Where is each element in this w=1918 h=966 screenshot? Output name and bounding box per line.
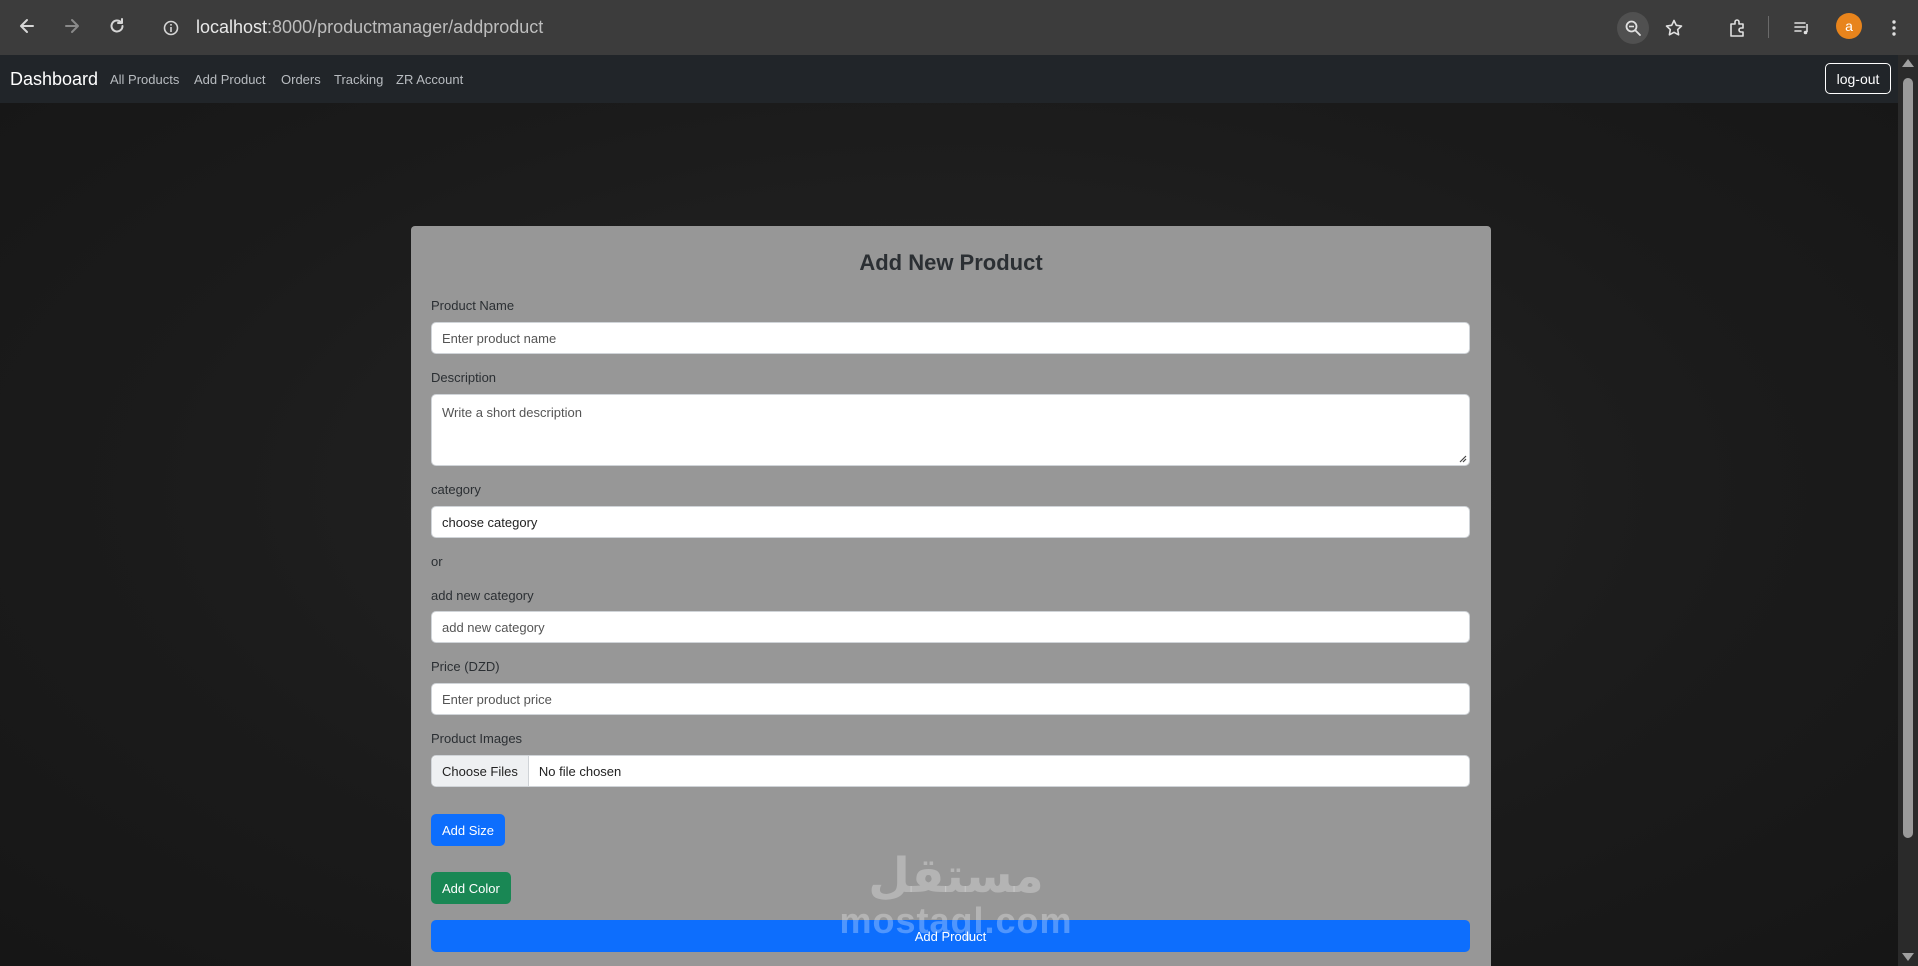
scroll-thumb[interactable] bbox=[1903, 78, 1913, 838]
media-queue-icon[interactable] bbox=[1786, 12, 1818, 44]
forward-arrow-icon[interactable] bbox=[58, 12, 86, 40]
toolbar-divider bbox=[1768, 16, 1769, 38]
bookmark-star-icon[interactable] bbox=[1658, 12, 1690, 44]
category-selected-value: choose category bbox=[442, 514, 538, 530]
price-input[interactable]: Enter product price bbox=[431, 683, 1470, 715]
add-size-button[interactable]: Add Size bbox=[431, 814, 506, 846]
url-path: :8000/productmanager/addproduct bbox=[267, 17, 544, 37]
scroll-down-icon[interactable] bbox=[1902, 953, 1914, 961]
nav-link-all-products[interactable]: All Products bbox=[110, 71, 179, 89]
reload-icon[interactable] bbox=[103, 12, 131, 40]
product-name-input[interactable]: Enter product name bbox=[431, 322, 1470, 354]
url-host: localhost bbox=[196, 17, 268, 37]
category-label: category bbox=[431, 482, 481, 497]
category-select[interactable]: choose category bbox=[431, 506, 1470, 538]
zoom-icon[interactable] bbox=[1617, 12, 1649, 44]
page-scrollbar[interactable] bbox=[1898, 55, 1918, 966]
nav-link-zr-account[interactable]: ZR Account bbox=[396, 71, 463, 89]
app-navbar: Dashboard All Products Add Product Order… bbox=[0, 55, 1898, 103]
add-product-form: Add New Product Product Name Enter produ… bbox=[411, 226, 1491, 966]
product-images-input[interactable]: Choose Files No file chosen bbox=[431, 755, 1470, 787]
price-label: Price (DZD) bbox=[431, 659, 500, 674]
add-color-button[interactable]: Add Color bbox=[431, 872, 511, 904]
menu-kebab-icon[interactable] bbox=[1878, 12, 1910, 44]
address-bar[interactable]: localhost:8000/productmanager/addproduct bbox=[196, 14, 543, 40]
avatar-letter: a bbox=[1845, 18, 1853, 34]
logout-button[interactable]: log-out bbox=[1825, 63, 1891, 94]
scroll-up-icon[interactable] bbox=[1902, 59, 1914, 67]
site-info-icon[interactable] bbox=[158, 15, 184, 41]
choose-files-button[interactable]: Choose Files bbox=[432, 756, 529, 786]
new-category-input[interactable]: add new category bbox=[431, 611, 1470, 643]
description-textarea[interactable]: Write a short description bbox=[431, 394, 1470, 466]
profile-avatar[interactable]: a bbox=[1836, 13, 1862, 39]
browser-toolbar: localhost:8000/productmanager/addproduct… bbox=[0, 0, 1918, 55]
back-arrow-icon[interactable] bbox=[13, 12, 41, 40]
product-images-label: Product Images bbox=[431, 731, 523, 746]
form-title: Add New Product bbox=[859, 250, 1043, 275]
file-status-text: No file chosen bbox=[538, 763, 622, 779]
nav-link-tracking[interactable]: Tracking bbox=[334, 71, 383, 89]
or-text: or bbox=[431, 554, 443, 569]
new-category-label: add new category bbox=[431, 588, 534, 603]
navbar-brand[interactable]: Dashboard bbox=[10, 67, 98, 91]
extensions-icon[interactable] bbox=[1721, 12, 1753, 44]
description-label: Description bbox=[431, 370, 497, 385]
resize-grip-icon[interactable] bbox=[1457, 453, 1467, 463]
description-placeholder: Write a short description bbox=[442, 405, 582, 420]
add-product-submit-button[interactable]: Add Product bbox=[431, 920, 1470, 952]
nav-link-orders[interactable]: Orders bbox=[281, 71, 321, 89]
product-name-label: Product Name bbox=[431, 298, 515, 313]
nav-link-add-product[interactable]: Add Product bbox=[194, 71, 266, 89]
